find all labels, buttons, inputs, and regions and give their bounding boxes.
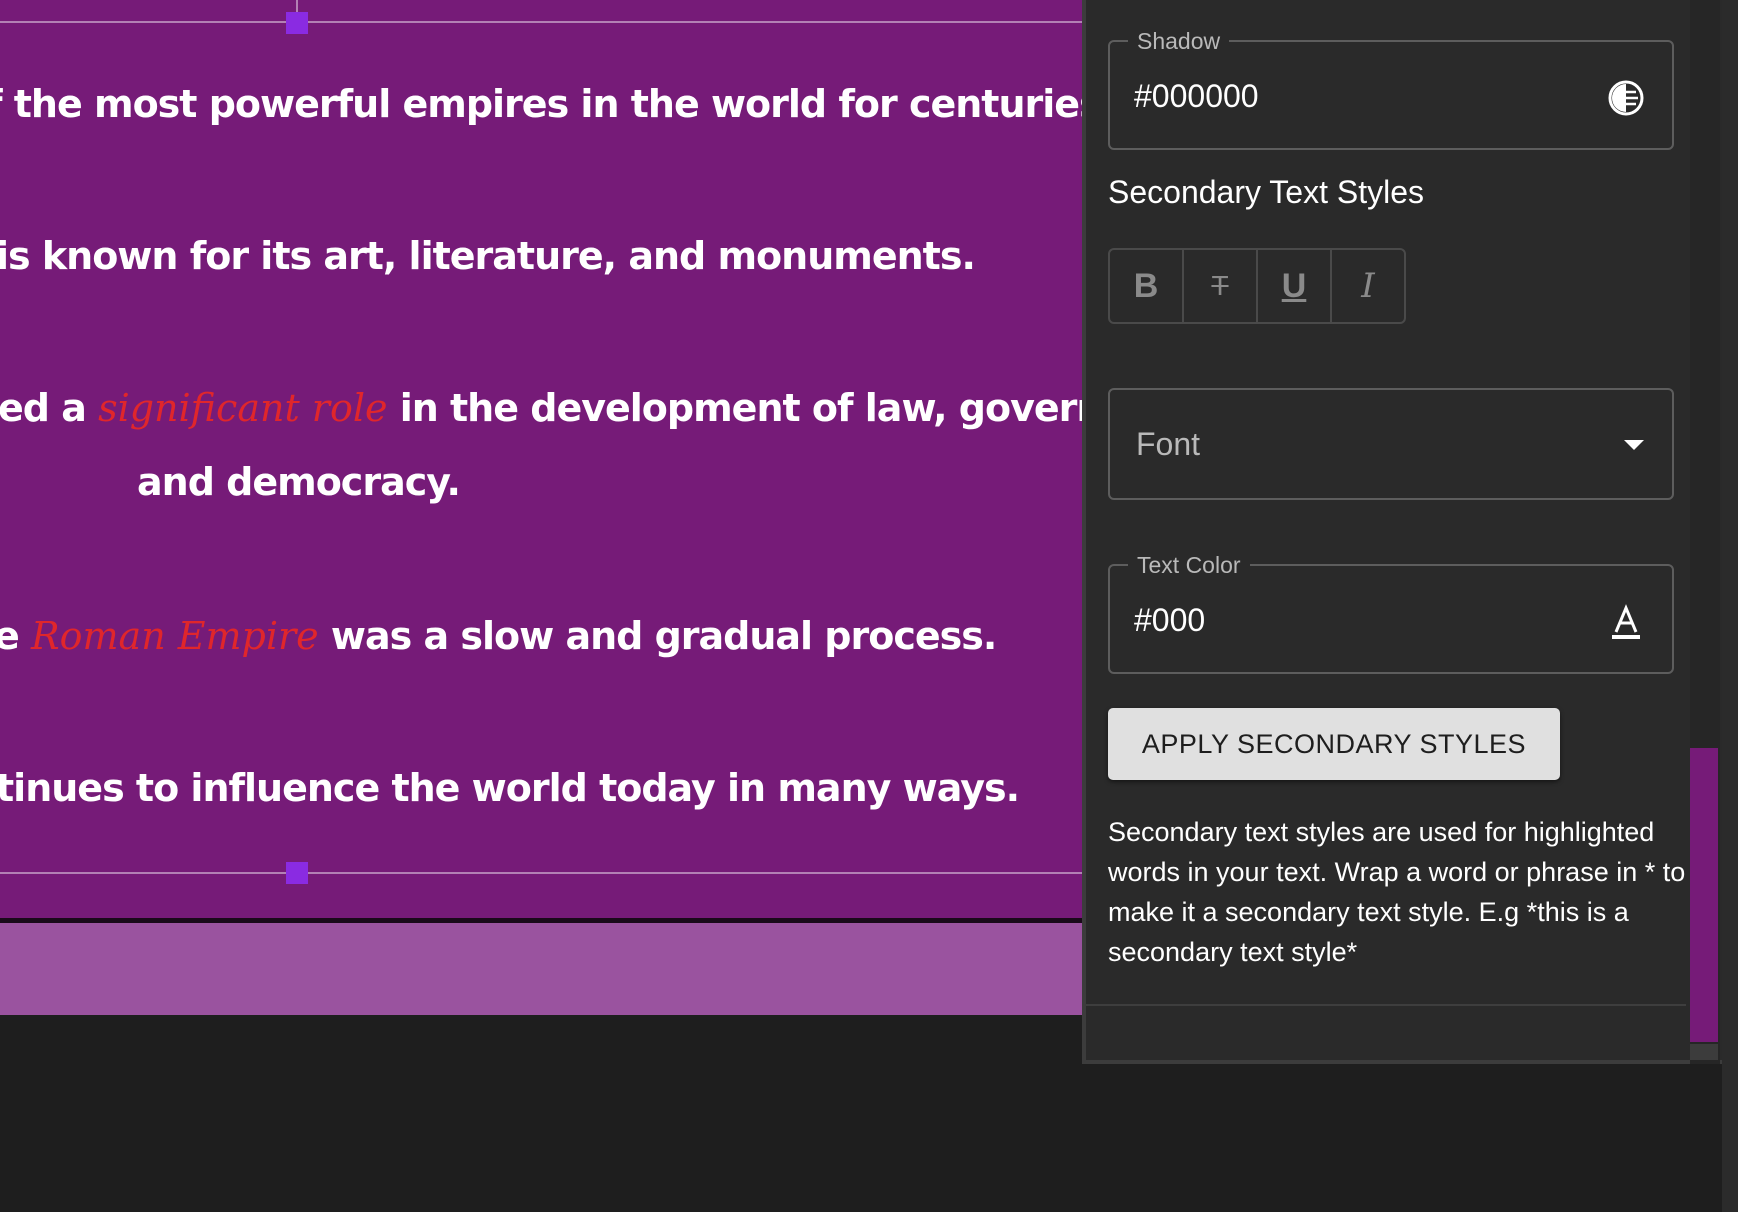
selection-bottom-line xyxy=(0,872,1082,874)
apply-secondary-styles-button[interactable]: APPLY SECONDARY STYLES xyxy=(1108,708,1560,780)
help-text: Secondary text styles are used for highl… xyxy=(1108,817,1686,967)
text-line-6[interactable]: tinues to influence the world today in m… xyxy=(0,766,1020,810)
selection-top-handle[interactable] xyxy=(286,12,308,34)
panel-divider xyxy=(1086,1004,1686,1006)
selection-guide xyxy=(296,0,298,12)
secondary-styles-title: Secondary Text Styles xyxy=(1108,174,1425,210)
highlighted-phrase: Roman Empire xyxy=(31,614,319,658)
shadow-field[interactable]: Shadow #000000 xyxy=(1108,27,1674,150)
text-color-field[interactable]: Text Color #000 xyxy=(1108,551,1674,674)
strikethrough-button[interactable]: T xyxy=(1184,250,1258,322)
highlighted-phrase: significant role xyxy=(98,386,388,430)
text-line-1[interactable]: f the most powerful empires in the world… xyxy=(0,82,1082,126)
italic-button[interactable]: I xyxy=(1332,250,1404,322)
text-line-5-post: was a slow and gradual process. xyxy=(318,614,997,658)
underline-button[interactable]: U xyxy=(1258,250,1332,322)
selection-top-line xyxy=(0,21,1082,23)
selection-bottom-handle[interactable] xyxy=(286,862,308,884)
color-picker-icon[interactable] xyxy=(1606,78,1646,118)
text-line-4-content: and democracy. xyxy=(137,460,461,504)
font-select-label: Font xyxy=(1136,426,1201,462)
canvas-lower-band xyxy=(0,923,1082,1015)
text-line-5[interactable]: e Roman Empire was a slow and gradual pr… xyxy=(0,614,997,658)
shadow-label: Shadow xyxy=(1128,27,1230,55)
shadow-value[interactable]: #000000 xyxy=(1134,78,1259,115)
text-line-1-content: f the most powerful empires in the world… xyxy=(0,82,1082,126)
style-panel: Shadow #000000 Secondary Text Styles B T… xyxy=(1082,0,1722,1064)
text-line-2-content: is known for its art, literature, and mo… xyxy=(0,234,976,278)
text-color-value[interactable]: #000 xyxy=(1134,602,1205,639)
text-line-6-content: tinues to influence the world today in m… xyxy=(0,766,1020,810)
chevron-down-icon xyxy=(1624,440,1644,450)
bold-icon: B xyxy=(1133,266,1159,305)
text-line-3[interactable]: ed a significant role in the development… xyxy=(0,386,1082,430)
text-line-3-post: in the development of law, government xyxy=(399,386,1082,430)
text-color-label: Text Color xyxy=(1128,551,1250,579)
text-color-icon[interactable] xyxy=(1606,602,1646,642)
text-line-4[interactable]: and democracy. xyxy=(137,460,461,504)
strikethrough-icon: T xyxy=(1211,270,1229,301)
underline-icon: U xyxy=(1281,266,1307,305)
italic-icon: I xyxy=(1361,266,1375,306)
bold-button[interactable]: B xyxy=(1110,250,1184,322)
text-line-5-pre: e xyxy=(0,614,20,658)
panel-scrollbar-end xyxy=(1690,1044,1718,1060)
text-line-3-pre: ed a xyxy=(0,386,99,430)
panel-scrollbar-thumb[interactable] xyxy=(1690,748,1718,1042)
font-select[interactable]: Font xyxy=(1108,388,1674,500)
text-style-toggle-group: B T U I xyxy=(1108,248,1406,324)
text-line-2[interactable]: is known for its art, literature, and mo… xyxy=(0,234,976,278)
window-edge xyxy=(1722,0,1738,1212)
slide-canvas[interactable]: f the most powerful empires in the world… xyxy=(0,0,1082,918)
